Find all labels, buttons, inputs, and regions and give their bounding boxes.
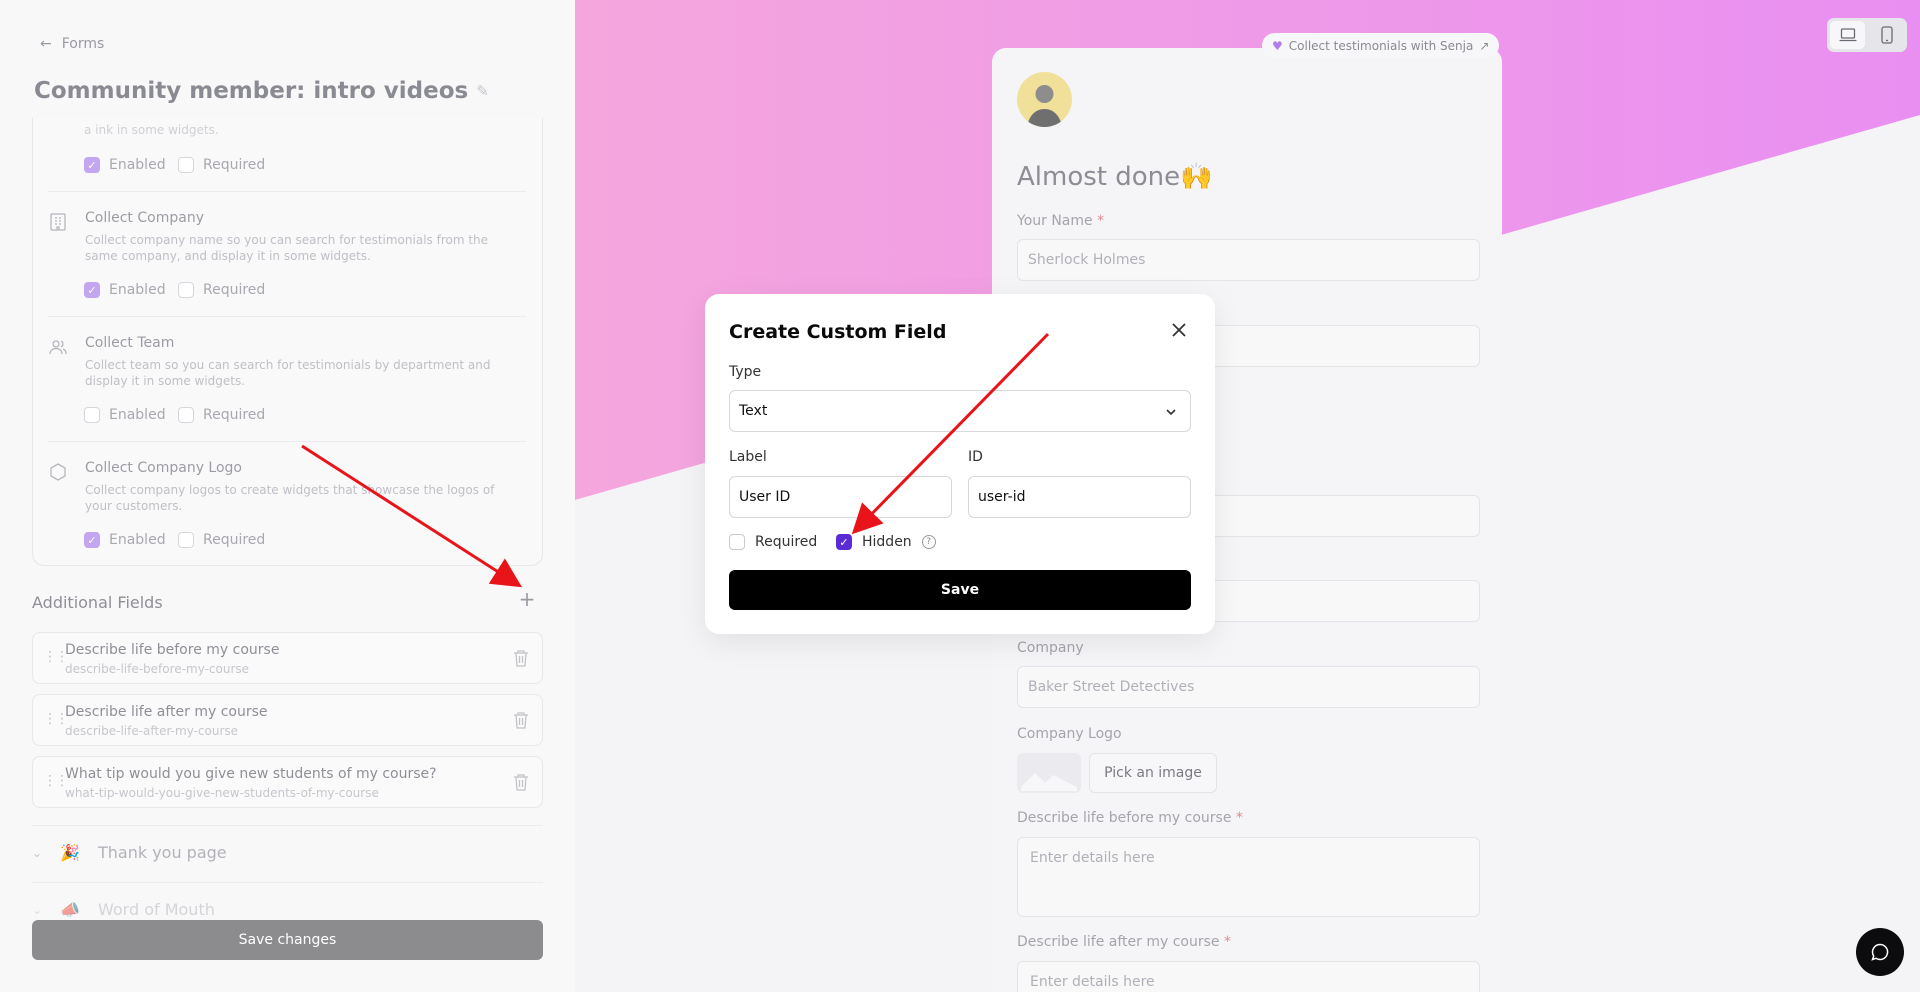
check-icon: ✓	[84, 532, 100, 548]
company-logo-label: Company Logo	[1017, 726, 1122, 742]
logo-enabled-checkbox[interactable]: ✓ Enabled	[84, 532, 166, 548]
name-label: Your Name *	[1017, 213, 1105, 229]
before-label: Describe life before my course *	[1017, 810, 1243, 826]
additional-field-row[interactable]: ⋮⋮ Describe life after my course describ…	[32, 694, 543, 746]
save-button[interactable]: Save	[729, 570, 1191, 610]
senja-link[interactable]: ♥ Collect testimonials with Senja ↗	[1262, 33, 1500, 58]
name-field[interactable]: Sherlock Holmes	[1017, 239, 1480, 281]
trash-icon[interactable]	[512, 648, 530, 668]
team-required-checkbox[interactable]: Required	[178, 407, 265, 423]
section-word-of-mouth[interactable]: ⌄ 📣 Word of Mouth	[32, 900, 543, 919]
create-custom-field-modal: Create Custom Field Type Text Label ID R…	[705, 294, 1215, 634]
modal-title: Create Custom Field	[729, 321, 947, 343]
form-editor-panel: ← Forms Community member: intro videos ✎…	[0, 0, 575, 992]
trash-icon[interactable]	[512, 772, 530, 792]
drag-handle-icon[interactable]: ⋮⋮	[43, 773, 69, 789]
pencil-icon[interactable]: ✎	[476, 82, 489, 100]
team-enabled-checkbox[interactable]: Enabled	[84, 407, 166, 423]
divider	[48, 191, 526, 192]
image-placeholder-icon	[1017, 753, 1081, 793]
label-input[interactable]	[729, 476, 952, 518]
after-textarea[interactable]: Enter details here	[1017, 961, 1480, 992]
required-checkbox[interactable]: Required	[729, 534, 817, 550]
divider	[32, 825, 543, 826]
company-required-checkbox[interactable]: Required	[178, 282, 265, 298]
divider	[48, 441, 526, 442]
back-label: Forms	[61, 36, 105, 52]
cut-off-description: a ink in some widgets.	[84, 123, 219, 137]
hexagon-icon	[50, 463, 66, 481]
back-link[interactable]: ← Forms	[40, 36, 104, 52]
heart-icon: ♥	[1272, 38, 1283, 53]
trash-icon[interactable]	[512, 710, 530, 730]
building-icon	[50, 213, 66, 231]
megaphone-icon: 📣	[60, 900, 80, 919]
before-textarea[interactable]: Enter details here	[1017, 837, 1480, 917]
id-label: ID	[968, 449, 983, 465]
preview-title: Almost done🙌	[1017, 162, 1213, 192]
after-label: Describe life after my course *	[1017, 934, 1231, 950]
chevron-down-icon	[1166, 409, 1176, 416]
chevron-down-icon: ⌄	[32, 845, 43, 860]
type-label: Type	[729, 364, 762, 380]
avatar	[1017, 72, 1072, 127]
company-label: Company	[1017, 640, 1084, 656]
additional-field-row[interactable]: ⋮⋮ What tip would you give new students …	[32, 756, 543, 808]
additional-fields-title: Additional Fields	[32, 593, 163, 612]
users-icon	[49, 340, 67, 355]
chat-icon	[1871, 943, 1889, 961]
device-toggle	[1827, 18, 1907, 52]
party-icon: 🎉	[60, 843, 80, 862]
external-link-icon: ↗	[1479, 38, 1490, 53]
company-enabled-checkbox[interactable]: ✓ Enabled	[84, 282, 166, 298]
form-title: Community member: intro videos ✎	[34, 78, 489, 104]
logo-required-checkbox[interactable]: Required	[178, 532, 265, 548]
phone-icon[interactable]	[1869, 21, 1904, 49]
close-icon[interactable]	[1167, 318, 1191, 342]
arrow-left-icon: ←	[40, 36, 52, 52]
save-changes-button[interactable]: Save changes	[32, 920, 543, 960]
plus-icon[interactable]: +	[514, 586, 540, 612]
check-icon: ✓	[84, 157, 100, 173]
drag-handle-icon[interactable]: ⋮⋮	[43, 711, 69, 727]
laptop-icon[interactable]	[1830, 21, 1865, 49]
pick-image-button[interactable]: Pick an image	[1089, 753, 1217, 793]
raising-hands-emoji: 🙌	[1180, 162, 1213, 192]
type-select[interactable]: Text	[729, 390, 1191, 432]
divider	[48, 316, 526, 317]
company-field[interactable]: Baker Street Detectives	[1017, 666, 1480, 708]
drag-handle-icon[interactable]: ⋮⋮	[43, 649, 69, 665]
id-input[interactable]	[968, 476, 1191, 518]
question-icon[interactable]: ?	[921, 535, 936, 549]
enabled-checkbox[interactable]: ✓ Enabled	[84, 157, 166, 173]
label-label: Label	[729, 449, 767, 465]
hidden-checkbox[interactable]: ✓ Hidden ?	[836, 534, 936, 550]
chat-launcher[interactable]	[1856, 928, 1904, 976]
check-icon: ✓	[836, 534, 852, 550]
check-icon: ✓	[84, 282, 100, 298]
divider	[32, 882, 543, 883]
additional-field-row[interactable]: ⋮⋮ Describe life before my course descri…	[32, 632, 543, 684]
chevron-down-icon: ⌄	[32, 902, 43, 917]
section-thank-you[interactable]: ⌄ 🎉 Thank you page	[32, 843, 543, 862]
required-checkbox[interactable]: Required	[178, 157, 265, 173]
